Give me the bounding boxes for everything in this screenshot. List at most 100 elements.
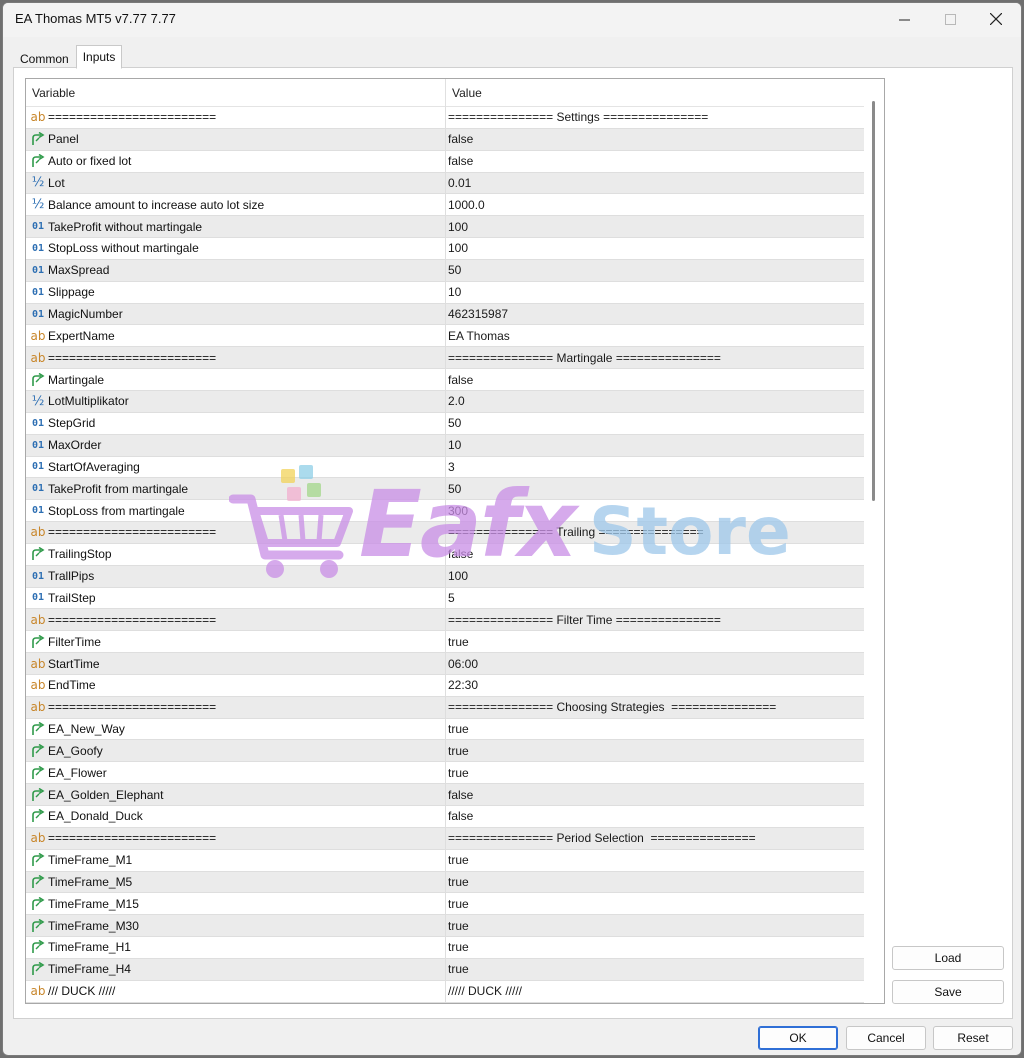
table-row[interactable]: ab ======================== ==============… (26, 827, 864, 850)
table-row[interactable]: EA_Flower true (26, 762, 864, 785)
variable-cell[interactable]: FilterTime (26, 631, 446, 653)
table-row[interactable]: EA_Golden_Elephant false (26, 784, 864, 806)
variable-cell[interactable]: TimeFrame_H1 (26, 937, 446, 958)
variable-cell[interactable]: TimeFrame_M15 (26, 893, 446, 915)
value-cell[interactable]: false (446, 806, 864, 827)
table-row[interactable]: TimeFrame_M30 true (26, 915, 864, 938)
table-row[interactable]: TimeFrame_M1 true (26, 849, 864, 872)
value-cell[interactable]: 50 (446, 260, 864, 281)
close-button[interactable] (973, 3, 1019, 35)
reset-button[interactable]: Reset (933, 1026, 1013, 1050)
value-cell[interactable]: =============== Filter Time ============… (446, 609, 864, 630)
table-row[interactable]: 01 MaxOrder 10 (26, 434, 864, 457)
table-row[interactable]: ½ LotMultiplikator 2.0 (26, 390, 864, 413)
table-row[interactable]: ab ======================== ==============… (26, 522, 864, 544)
value-cell[interactable]: false (446, 784, 864, 805)
variable-cell[interactable]: 01 MagicNumber (26, 303, 446, 325)
scrollbar-thumb[interactable] (872, 101, 875, 501)
table-row[interactable]: 01 MagicNumber 462315987 (26, 303, 864, 326)
variable-cell[interactable]: ab ======================== (26, 827, 446, 849)
table-row[interactable]: FilterTime true (26, 631, 864, 654)
table-row[interactable]: 01 TakeProfit from martingale 50 (26, 478, 864, 501)
value-cell[interactable]: true (446, 872, 864, 893)
value-cell[interactable]: 10 (446, 282, 864, 303)
value-cell[interactable]: 100 (446, 216, 864, 237)
maximize-button[interactable] (927, 3, 973, 35)
table-row[interactable]: Panel false (26, 128, 864, 151)
table-row[interactable]: ab EndTime 22:30 (26, 674, 864, 697)
variable-cell[interactable]: TrailingStop (26, 543, 446, 565)
value-cell[interactable]: 50 (446, 413, 864, 434)
value-cell[interactable]: 1000.0 (446, 194, 864, 215)
value-cell[interactable]: 2.0 (446, 391, 864, 412)
variable-cell[interactable]: 01 StopLoss from martingale (26, 500, 446, 522)
table-row[interactable]: ab ======================== ==============… (26, 107, 864, 129)
variable-cell[interactable]: ab StartTime (26, 653, 446, 674)
table-row[interactable]: ½ Balance amount to increase auto lot siz… (26, 194, 864, 217)
column-header-variable[interactable]: Variable (26, 79, 446, 107)
table-row[interactable]: 01 StopLoss from martingale 300 (26, 500, 864, 523)
table-row[interactable]: 01 StopLoss without martingale 100 (26, 238, 864, 260)
table-row[interactable]: 01 TakeProfit without martingale 100 (26, 216, 864, 239)
value-cell[interactable]: false (446, 544, 864, 565)
table-row[interactable]: TimeFrame_H4 true (26, 958, 864, 981)
value-cell[interactable]: true (446, 959, 864, 980)
value-cell[interactable]: =============== Period Selection =======… (446, 828, 864, 849)
variable-cell[interactable]: ab ======================== (26, 522, 446, 543)
value-cell[interactable]: 06:00 (446, 653, 864, 674)
variable-cell[interactable]: TimeFrame_H4 (26, 958, 446, 980)
table-row[interactable]: EA_New_Way true (26, 718, 864, 741)
variable-cell[interactable]: 01 TrallPips (26, 565, 446, 587)
value-cell[interactable]: true (446, 631, 864, 652)
variable-cell[interactable]: 01 StopLoss without martingale (26, 238, 446, 259)
value-cell[interactable]: true (446, 937, 864, 958)
variable-cell[interactable]: ab ======================== (26, 107, 446, 128)
title-bar[interactable]: EA Thomas MT5 v7.77 7.77 (3, 3, 1021, 37)
table-row[interactable]: 01 TrailStep 5 (26, 587, 864, 610)
variable-cell[interactable]: EA_Donald_Duck (26, 806, 446, 827)
table-row[interactable]: 01 StartOfAveraging 3 (26, 456, 864, 479)
variable-cell[interactable]: ab ExpertName (26, 325, 446, 347)
table-row[interactable]: ab ======================== ==============… (26, 347, 864, 370)
value-cell[interactable]: true (446, 762, 864, 783)
column-header-value[interactable]: Value (446, 79, 864, 107)
table-row[interactable]: TrailingStop false (26, 543, 864, 566)
value-cell[interactable]: 5 (446, 588, 864, 609)
variable-cell[interactable]: 01 Slippage (26, 281, 446, 303)
variable-cell[interactable]: ab EndTime (26, 674, 446, 696)
table-row[interactable]: Auto or fixed lot false (26, 150, 864, 173)
variable-cell[interactable]: ½ Lot (26, 172, 446, 194)
value-cell[interactable]: 50 (446, 478, 864, 499)
value-cell[interactable]: 0.01 (446, 173, 864, 194)
vertical-scrollbar[interactable] (865, 79, 884, 1003)
table-row[interactable]: EA_Donald_Duck false (26, 806, 864, 828)
table-row[interactable]: 01 StepGrid 50 (26, 412, 864, 435)
variable-cell[interactable]: TimeFrame_M5 (26, 871, 446, 893)
table-row[interactable]: TimeFrame_M5 true (26, 871, 864, 894)
table-row[interactable]: TimeFrame_H1 true (26, 937, 864, 959)
table-row[interactable]: 01 MaxSpread 50 (26, 259, 864, 282)
value-cell[interactable]: 22:30 (446, 675, 864, 696)
variable-cell[interactable]: EA_Goofy (26, 740, 446, 762)
value-cell[interactable]: =============== Martingale =============… (446, 347, 864, 368)
value-cell[interactable]: true (446, 850, 864, 871)
table-row[interactable]: ½ Lot 0.01 (26, 172, 864, 195)
value-cell[interactable]: 100 (446, 566, 864, 587)
variable-cell[interactable]: 01 TrailStep (26, 587, 446, 609)
value-cell[interactable]: false (446, 369, 864, 390)
value-cell[interactable]: =============== Trailing =============== (446, 522, 864, 543)
variable-cell[interactable]: TimeFrame_M1 (26, 849, 446, 871)
variable-cell[interactable]: EA_New_Way (26, 718, 446, 740)
save-button[interactable]: Save (892, 980, 1004, 1004)
table-row[interactable]: EA_Goofy true (26, 740, 864, 763)
table-row[interactable]: ab ExpertName EA Thomas (26, 325, 864, 348)
variable-cell[interactable]: 01 StartOfAveraging (26, 456, 446, 478)
value-cell[interactable]: =============== Choosing Strategies ====… (446, 697, 864, 718)
value-cell[interactable]: true (446, 719, 864, 740)
variable-cell[interactable]: Martingale (26, 369, 446, 390)
variable-cell[interactable]: ab ======================== (26, 696, 446, 718)
variable-cell[interactable]: EA_Flower (26, 762, 446, 784)
variable-cell[interactable]: 01 TakeProfit without martingale (26, 216, 446, 238)
variable-cell[interactable]: Panel (26, 128, 446, 150)
table-row[interactable]: ab ======================== ==============… (26, 609, 864, 632)
